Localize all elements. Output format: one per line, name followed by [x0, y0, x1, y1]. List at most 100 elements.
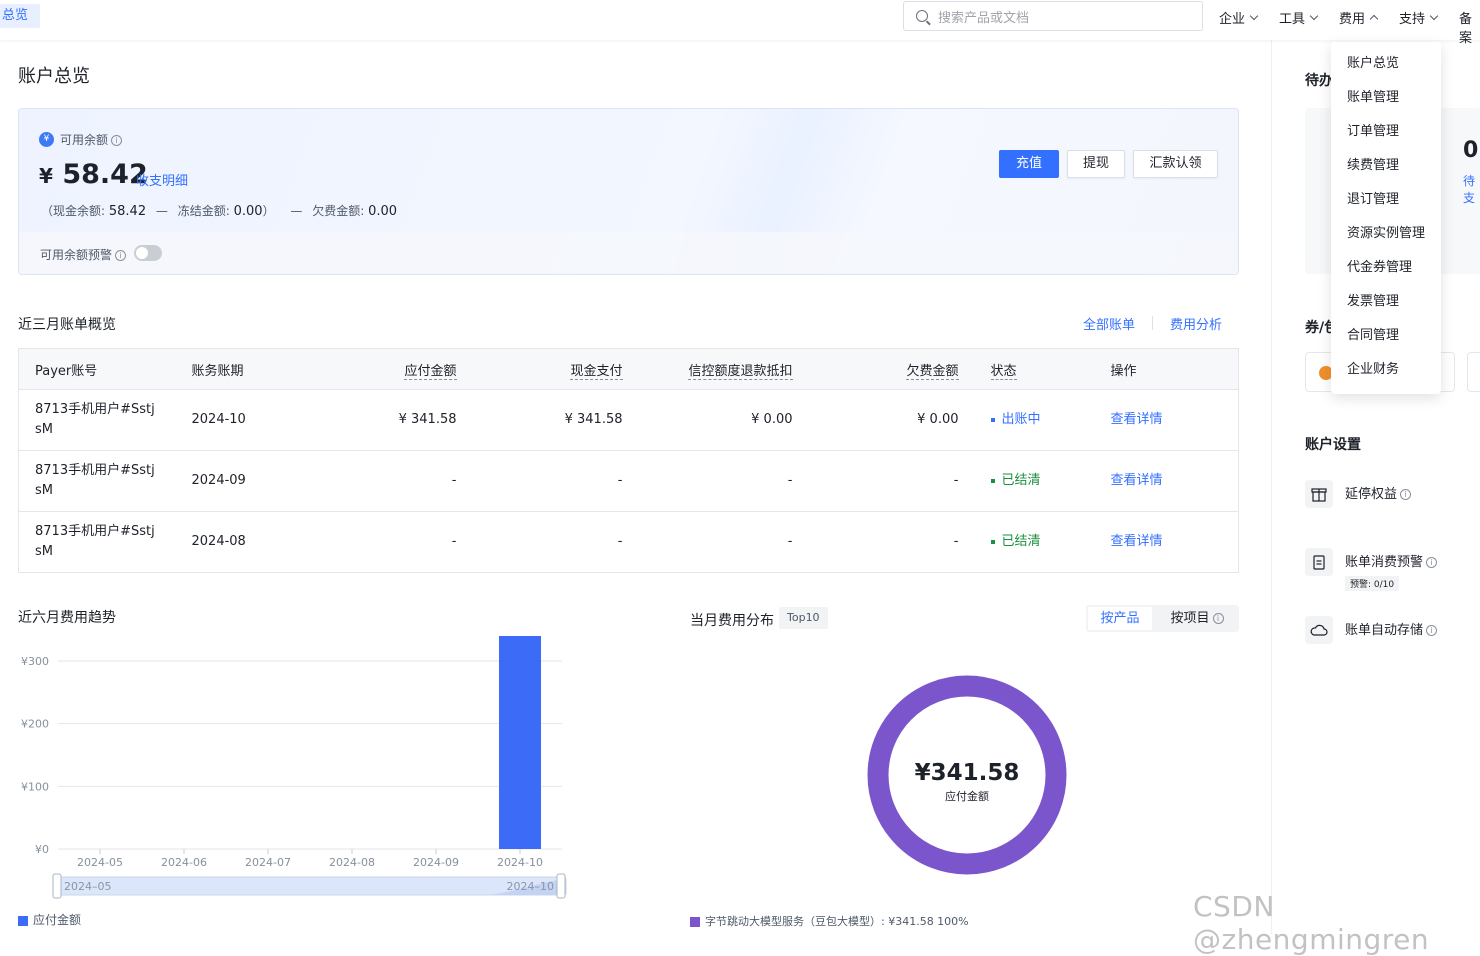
- view-detail-link[interactable]: 查看详情: [1094, 511, 1239, 573]
- info-icon: i: [1212, 613, 1224, 624]
- setting-suspend-rights[interactable]: 延停权益 i: [1345, 483, 1412, 502]
- cell-account: 8713手机用户#SstjsM: [18, 511, 176, 573]
- distribution-legend[interactable]: 字节跳动大模型服务（豆包大模型）: ¥341.58 100%: [690, 913, 969, 929]
- seg-by-product[interactable]: 按产品: [1088, 607, 1152, 630]
- menu-item-bill-management[interactable]: 账单管理: [1331, 88, 1441, 122]
- info-icon: i: [1400, 489, 1412, 500]
- y-tick-label: ¥0: [35, 843, 49, 856]
- all-bills-link[interactable]: 全部账单: [1083, 314, 1135, 333]
- package-card[interactable]: [1467, 352, 1480, 392]
- status-badge: 出账中: [974, 389, 1095, 451]
- setting-consumption-alert[interactable]: 账单消费预警 i: [1345, 551, 1438, 570]
- search-input[interactable]: 搜索产品或文档: [903, 1, 1203, 31]
- todo-sub-label[interactable]: 待支: [1463, 172, 1480, 206]
- distribution-title: 当月费用分布: [690, 613, 774, 629]
- trend-legend[interactable]: 应付金额: [18, 911, 81, 928]
- income-expense-detail-link[interactable]: 收支明细: [136, 170, 188, 189]
- y-tick-label: ¥200: [21, 718, 49, 731]
- cell-payable: ¥ 341.58: [317, 389, 473, 451]
- y-tick-label: ¥100: [21, 780, 49, 793]
- setting-auto-storage[interactable]: 账单自动存储 i: [1345, 619, 1438, 638]
- menu-item-renewal-management[interactable]: 续费管理: [1331, 156, 1441, 190]
- nav-item-billing[interactable]: 费用: [1339, 8, 1379, 27]
- nav-tab-overview[interactable]: 总览: [0, 4, 41, 28]
- cost-analysis-link[interactable]: 费用分析: [1170, 314, 1222, 333]
- todo-count[interactable]: 0: [1463, 138, 1478, 163]
- withdraw-button[interactable]: 提现: [1067, 150, 1125, 178]
- x-tick-label: 2024-07: [245, 856, 291, 869]
- table-row: 8713手机用户#SstjsM 2024-08 - - - - 已结清 查看详情: [18, 511, 1239, 573]
- menu-item-unsubscribe-management[interactable]: 退订管理: [1331, 190, 1441, 224]
- menu-item-account-overview[interactable]: 账户总览: [1331, 54, 1441, 88]
- balance-alert-label: 可用余额预警 i: [40, 246, 127, 263]
- nav-item-support[interactable]: 支持: [1399, 8, 1439, 27]
- balance-card: ¥ 可用余额 i ¥ 58.42 收支明细 （现金余额: 58.42 — 冻结金额…: [18, 108, 1239, 275]
- cell-cash: -: [472, 511, 639, 573]
- menu-item-order-management[interactable]: 订单管理: [1331, 122, 1441, 156]
- status-badge: 已结清: [974, 511, 1095, 573]
- zoom-start-label: 2024–05: [64, 880, 112, 893]
- recharge-button[interactable]: 充值: [999, 150, 1059, 178]
- watermark-text: CSDN @zhengmingren: [1193, 890, 1430, 956]
- info-icon: i: [1426, 625, 1438, 636]
- bar: [499, 636, 541, 849]
- remittance-claim-button[interactable]: 汇款认领: [1133, 150, 1218, 178]
- page-title: 账户总览: [18, 66, 90, 87]
- alert-count-badge: 预警: 0/10: [1345, 576, 1400, 591]
- col-action: 操作: [1094, 348, 1239, 390]
- col-owed[interactable]: 欠费金额: [808, 348, 975, 390]
- chevron-down-icon: [1309, 11, 1319, 20]
- balance-card-footer: [19, 232, 1238, 274]
- col-payer: Payer账号: [18, 348, 176, 390]
- view-detail-link[interactable]: 查看详情: [1094, 389, 1239, 451]
- legend-swatch-icon: [18, 915, 28, 926]
- table-header-row: Payer账号 账务账期 应付金额 现金支付 信控额度退款抵扣 欠费金额 状态 …: [18, 348, 1239, 390]
- cell-payable: -: [317, 450, 473, 512]
- zoom-handle-right: [556, 873, 566, 899]
- col-cash[interactable]: 现金支付: [472, 348, 639, 390]
- yen-icon: ¥: [39, 132, 54, 147]
- cell-credit: -: [638, 511, 809, 573]
- col-payable[interactable]: 应付金额: [317, 348, 473, 390]
- menu-item-enterprise-finance[interactable]: 企业财务: [1331, 360, 1441, 394]
- menu-item-invoice-management[interactable]: 发票管理: [1331, 292, 1441, 326]
- search-icon: [916, 10, 928, 22]
- cell-owed: -: [808, 511, 975, 573]
- clipboard-icon: [1305, 548, 1333, 576]
- zoom-end-label: 2024–10: [507, 880, 555, 893]
- cloud-storage-icon: [1305, 616, 1333, 644]
- seg-by-project[interactable]: 按项目 i: [1158, 607, 1236, 630]
- donut-center-label: 应付金额: [945, 790, 989, 803]
- menu-item-resource-instances[interactable]: 资源实例管理: [1331, 224, 1441, 258]
- info-icon[interactable]: i: [111, 135, 123, 146]
- zoom-slider-track: [55, 876, 567, 896]
- todo-title: 待办: [1305, 73, 1333, 89]
- gift-icon: [1305, 480, 1333, 508]
- col-credit[interactable]: 信控额度退款抵扣: [638, 348, 809, 390]
- billing-dropdown-menu: 账户总览 账单管理 订单管理 续费管理 退订管理 资源实例管理 代金券管理 发票…: [1331, 42, 1441, 394]
- menu-item-voucher-management[interactable]: 代金券管理: [1331, 258, 1441, 292]
- balance-breakdown: （现金余额: 58.42 — 冻结金额: 0.00） — 欠费金额: 0.00: [41, 204, 398, 219]
- col-status[interactable]: 状态: [974, 348, 1095, 390]
- info-icon[interactable]: i: [115, 250, 127, 261]
- cell-owed: -: [808, 450, 975, 512]
- trend-bar-chart: ¥0 ¥100 ¥200 ¥300 2024-05 2024-06 2024-07 2024-…: [21, 636, 567, 899]
- x-tick-label: 2024-10: [497, 856, 543, 869]
- info-icon: i: [1426, 557, 1438, 568]
- cell-owed: ¥ 0.00: [808, 389, 975, 451]
- balance-alert-toggle[interactable]: [134, 245, 162, 261]
- table-row: 8713手机用户#SstjsM 2024-09 - - - - 已结清 查看详情: [18, 450, 1239, 512]
- search-placeholder: 搜索产品或文档: [938, 10, 1030, 26]
- table-row: 8713手机用户#SstjsM 2024-10 ¥ 341.58 ¥ 341.5…: [18, 389, 1239, 451]
- status-badge: 已结清: [974, 450, 1095, 512]
- x-tick-label: 2024-05: [77, 856, 123, 869]
- nav-item-tools[interactable]: 工具: [1279, 8, 1319, 27]
- cell-account: 8713手机用户#SstjsM: [18, 450, 176, 512]
- x-tick-label: 2024-08: [329, 856, 375, 869]
- chevron-down-icon: [1249, 11, 1259, 20]
- zoom-handle-left: [52, 873, 62, 899]
- nav-item-enterprise[interactable]: 企业: [1219, 8, 1259, 27]
- nav-item-filing[interactable]: 备案: [1459, 8, 1480, 46]
- menu-item-contract-management[interactable]: 合同管理: [1331, 326, 1441, 360]
- view-detail-link[interactable]: 查看详情: [1094, 450, 1239, 512]
